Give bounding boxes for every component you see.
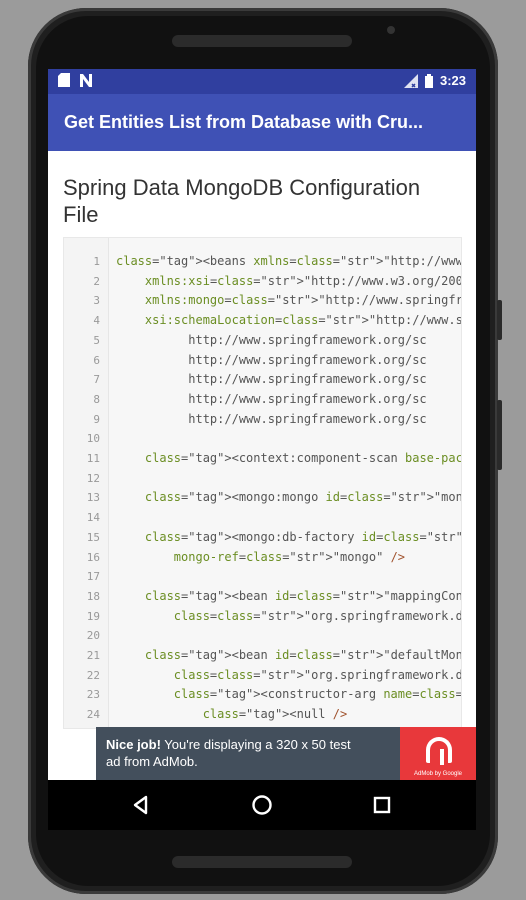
- line-number: 7: [93, 373, 100, 387]
- code-line: http://www.springframework.org/sc: [116, 332, 427, 347]
- recents-icon[interactable]: [370, 793, 394, 817]
- code-line: class=class="str">"org.springframework.d…: [173, 608, 462, 623]
- line-number: 24: [86, 708, 100, 722]
- app-bar-title: Get Entities List from Database with Cru…: [64, 112, 424, 132]
- line-number: 21: [86, 649, 100, 662]
- code-line: http://www.springframework.org/sc: [116, 411, 427, 426]
- code-line: class="tag"><beans xmlns=class="str">"ht…: [116, 254, 462, 268]
- page-title: Spring Data MongoDB Configuration File: [63, 175, 421, 227]
- line-number: 23: [86, 688, 100, 702]
- n-notification-icon: [80, 73, 92, 87]
- code-line: class="tag"><mongo:db-factory id=class="…: [144, 529, 461, 544]
- line-number: 6: [93, 353, 100, 367]
- admob-logo: AdMob by Google: [400, 727, 476, 780]
- signal-icon: [403, 73, 418, 88]
- line-number: 2: [93, 274, 100, 288]
- ad-logo-caption: AdMob by Google: [413, 771, 463, 777]
- ad-banner[interactable]: Nice job! You're displaying a 320 x 50 t…: [96, 727, 476, 780]
- line-number: 11: [86, 452, 100, 465]
- line-number: 1: [93, 255, 100, 268]
- code-line: class="tag"><context:component-scan base…: [144, 451, 461, 465]
- line-number: 5: [93, 333, 100, 347]
- line-number: 3: [93, 294, 100, 308]
- line-number: 8: [93, 392, 100, 406]
- code-line: class="tag"><null />: [202, 707, 348, 722]
- ad-text: Nice job! You're displaying a 320 x 50 t…: [106, 736, 356, 770]
- code-line: class="tag"><mongo:mongo id=class="str">…: [144, 490, 461, 505]
- line-number: 14: [86, 511, 100, 525]
- navigation-bar: [48, 780, 476, 830]
- code-line: class="tag"><bean id=class="str">"defaul…: [144, 648, 461, 662]
- line-number: 10: [86, 432, 100, 446]
- line-number: 13: [86, 491, 100, 505]
- bottom-speaker: [172, 856, 352, 868]
- code-line: xsi:schemaLocation=class="str">"http://w…: [144, 313, 462, 328]
- code-line: http://www.springframework.org/sc: [116, 372, 427, 387]
- back-icon[interactable]: [129, 793, 153, 817]
- status-bar: 3:23: [48, 69, 476, 94]
- code-line: class="tag"><constructor-arg name=class=…: [173, 687, 461, 702]
- line-number: 17: [86, 570, 100, 584]
- front-camera: [387, 26, 395, 34]
- line-number: 22: [86, 668, 100, 682]
- volume-button: [497, 400, 502, 470]
- home-icon[interactable]: [250, 793, 274, 817]
- line-number: 4: [93, 314, 100, 328]
- code-line: class=class="str">"org.springframework.d…: [173, 667, 462, 682]
- line-number-gutter: 1 2 3 4 5 6 7 8 9 10 11 12 13 14 15 16 17 18 19 20 21 22 23 24: [64, 238, 109, 728]
- code-block[interactable]: 1 2 3 4 5 6 7 8 9 10 11 12 13 14 15 16 17 18 19 20 21 22 23 24 …: [63, 237, 462, 729]
- battery-icon: [424, 73, 433, 88]
- line-number: 12: [86, 471, 100, 485]
- line-number: 16: [86, 550, 100, 564]
- line-number: 19: [86, 609, 100, 623]
- line-number: 20: [86, 629, 100, 643]
- power-button: [497, 300, 502, 340]
- admob-glyph-icon: [426, 737, 452, 763]
- line-number: 9: [93, 412, 100, 426]
- code-line: http://www.springframework.org/sc: [116, 391, 427, 406]
- content-scroll[interactable]: Spring Data MongoDB Configuration File 1…: [48, 151, 476, 729]
- line-number: 15: [86, 530, 100, 544]
- status-time: 3:23: [439, 73, 466, 88]
- app-bar: Get Entities List from Database with Cru…: [48, 94, 476, 151]
- screen: 3:23 Get Entities List from Database wit…: [48, 69, 476, 780]
- code-line: xmlns:xsi=class="str">"http://www.w3.org…: [144, 273, 462, 288]
- top-speaker: [172, 35, 352, 47]
- code-line: http://www.springframework.org/sc: [116, 352, 427, 367]
- sd-card-icon: [58, 73, 70, 87]
- code-line: class="tag"><bean id=class="str">"mappin…: [144, 588, 461, 603]
- code-line: xmlns:mongo=class="str">"http://www.spri…: [144, 293, 462, 308]
- line-number: 18: [86, 589, 100, 603]
- ad-bold-text: Nice job!: [106, 737, 161, 752]
- code-line: mongo-ref=class="str">"mongo" />: [173, 549, 406, 564]
